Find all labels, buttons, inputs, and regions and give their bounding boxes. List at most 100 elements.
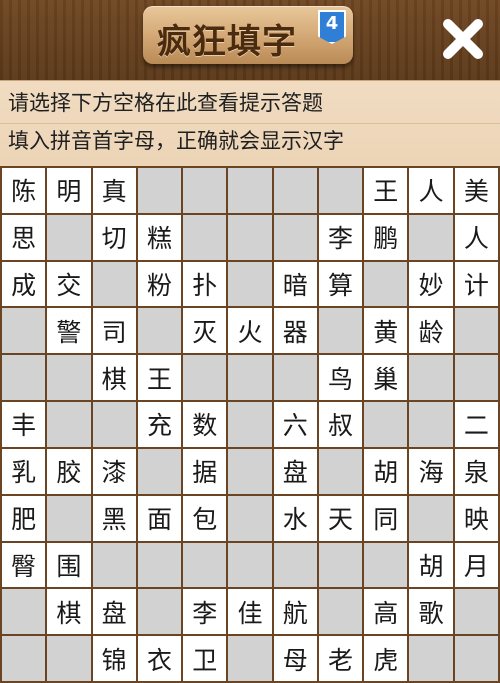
- grid-cell-empty[interactable]: [47, 636, 91, 681]
- grid-cell-letter[interactable]: 肥: [2, 495, 46, 541]
- grid-cell-letter[interactable]: 陈: [2, 168, 46, 213]
- grid-cell-letter[interactable]: 灭: [183, 308, 227, 354]
- grid-cell-empty[interactable]: [409, 402, 453, 447]
- grid-cell-empty[interactable]: [2, 636, 46, 681]
- grid-cell-empty[interactable]: [454, 589, 498, 635]
- grid-cell-letter[interactable]: 充: [137, 402, 182, 447]
- grid-cell-letter[interactable]: 火: [228, 308, 272, 354]
- grid-cell-letter[interactable]: 佳: [228, 589, 272, 635]
- grid-cell-letter[interactable]: 王: [364, 168, 408, 213]
- grid-cell-letter[interactable]: 卫: [183, 636, 227, 681]
- grid-cell-empty[interactable]: [364, 261, 408, 307]
- grid-cell-letter[interactable]: 航: [273, 589, 317, 635]
- grid-cell-empty[interactable]: [228, 261, 272, 307]
- grid-cell-empty[interactable]: [137, 308, 182, 354]
- grid-cell-empty[interactable]: [318, 308, 363, 354]
- grid-cell-empty[interactable]: [2, 589, 46, 635]
- grid-cell-letter[interactable]: 司: [92, 308, 136, 354]
- grid-cell-empty[interactable]: [273, 542, 317, 588]
- grid-cell-letter[interactable]: 粉: [137, 261, 182, 307]
- grid-cell-empty[interactable]: [454, 308, 498, 354]
- grid-cell-empty[interactable]: [92, 402, 136, 447]
- grid-cell-letter[interactable]: 器: [273, 308, 317, 354]
- grid-cell-empty[interactable]: [409, 355, 453, 401]
- grid-cell-empty[interactable]: [228, 495, 272, 541]
- grid-cell-empty[interactable]: [228, 214, 272, 260]
- grid-cell-letter[interactable]: 胶: [47, 448, 91, 494]
- grid-cell-empty[interactable]: [364, 402, 408, 447]
- grid-cell-empty[interactable]: [47, 402, 91, 447]
- grid-cell-letter[interactable]: 数: [183, 402, 227, 447]
- grid-cell-empty[interactable]: [273, 355, 317, 401]
- grid-cell-letter[interactable]: 人: [454, 214, 498, 260]
- grid-cell-empty[interactable]: [2, 355, 46, 401]
- grid-cell-empty[interactable]: [364, 542, 408, 588]
- grid-cell-letter[interactable]: 围: [47, 542, 91, 588]
- grid-cell-letter[interactable]: 思: [2, 214, 46, 260]
- grid-cell-letter[interactable]: 成: [2, 261, 46, 307]
- grid-cell-empty[interactable]: [183, 214, 227, 260]
- grid-cell-letter[interactable]: 鸟: [318, 355, 363, 401]
- grid-cell-letter[interactable]: 鹏: [364, 214, 408, 260]
- grid-cell-empty[interactable]: [228, 542, 272, 588]
- grid-cell-empty[interactable]: [454, 355, 498, 401]
- grid-cell-empty[interactable]: [454, 636, 498, 681]
- grid-cell-letter[interactable]: 糕: [137, 214, 182, 260]
- grid-cell-empty[interactable]: [47, 495, 91, 541]
- grid-cell-letter[interactable]: 歌: [409, 589, 453, 635]
- grid-cell-letter[interactable]: 暗: [273, 261, 317, 307]
- grid-cell-letter[interactable]: 水: [273, 495, 317, 541]
- grid-cell-letter[interactable]: 巢: [364, 355, 408, 401]
- grid-cell-letter[interactable]: 海: [409, 448, 453, 494]
- grid-cell-letter[interactable]: 六: [273, 402, 317, 447]
- grid-cell-letter[interactable]: 李: [183, 589, 227, 635]
- grid-cell-empty[interactable]: [318, 589, 363, 635]
- grid-cell-letter[interactable]: 计: [454, 261, 498, 307]
- grid-cell-letter[interactable]: 李: [318, 214, 363, 260]
- grid-cell-letter[interactable]: 盘: [273, 448, 317, 494]
- grid-cell-letter[interactable]: 胡: [409, 542, 453, 588]
- grid-cell-empty[interactable]: [228, 636, 272, 681]
- grid-cell-letter[interactable]: 算: [318, 261, 363, 307]
- grid-cell-letter[interactable]: 龄: [409, 308, 453, 354]
- grid-cell-letter[interactable]: 面: [137, 495, 182, 541]
- grid-cell-empty[interactable]: [318, 542, 363, 588]
- grid-cell-empty[interactable]: [318, 448, 363, 494]
- grid-cell-letter[interactable]: 棋: [92, 355, 136, 401]
- grid-cell-letter[interactable]: 母: [273, 636, 317, 681]
- grid-cell-letter[interactable]: 据: [183, 448, 227, 494]
- grid-cell-empty[interactable]: [183, 542, 227, 588]
- grid-cell-letter[interactable]: 真: [92, 168, 136, 213]
- grid-cell-empty[interactable]: [2, 308, 46, 354]
- grid-cell-letter[interactable]: 天: [318, 495, 363, 541]
- grid-cell-letter[interactable]: 妙: [409, 261, 453, 307]
- grid-cell-empty[interactable]: [92, 261, 136, 307]
- grid-cell-empty[interactable]: [273, 214, 317, 260]
- grid-cell-empty[interactable]: [137, 448, 182, 494]
- grid-cell-letter[interactable]: 漆: [92, 448, 136, 494]
- grid-cell-empty[interactable]: [228, 402, 272, 447]
- grid-cell-letter[interactable]: 切: [92, 214, 136, 260]
- grid-cell-empty[interactable]: [137, 542, 182, 588]
- grid-cell-empty[interactable]: [47, 355, 91, 401]
- grid-cell-empty[interactable]: [228, 448, 272, 494]
- grid-cell-letter[interactable]: 高: [364, 589, 408, 635]
- close-button[interactable]: [440, 16, 486, 62]
- grid-cell-letter[interactable]: 锦: [92, 636, 136, 681]
- grid-cell-letter[interactable]: 棋: [47, 589, 91, 635]
- grid-cell-empty[interactable]: [273, 168, 317, 213]
- grid-cell-letter[interactable]: 警: [47, 308, 91, 354]
- grid-cell-empty[interactable]: [92, 542, 136, 588]
- grid-cell-letter[interactable]: 虎: [364, 636, 408, 681]
- grid-cell-letter[interactable]: 扑: [183, 261, 227, 307]
- grid-cell-letter[interactable]: 美: [454, 168, 498, 213]
- grid-cell-letter[interactable]: 黄: [364, 308, 408, 354]
- grid-cell-letter[interactable]: 叔: [318, 402, 363, 447]
- grid-cell-letter[interactable]: 丰: [2, 402, 46, 447]
- grid-cell-empty[interactable]: [137, 589, 182, 635]
- grid-cell-empty[interactable]: [137, 168, 182, 213]
- grid-cell-letter[interactable]: 月: [454, 542, 498, 588]
- grid-cell-letter[interactable]: 映: [454, 495, 498, 541]
- grid-cell-letter[interactable]: 包: [183, 495, 227, 541]
- grid-cell-empty[interactable]: [47, 214, 91, 260]
